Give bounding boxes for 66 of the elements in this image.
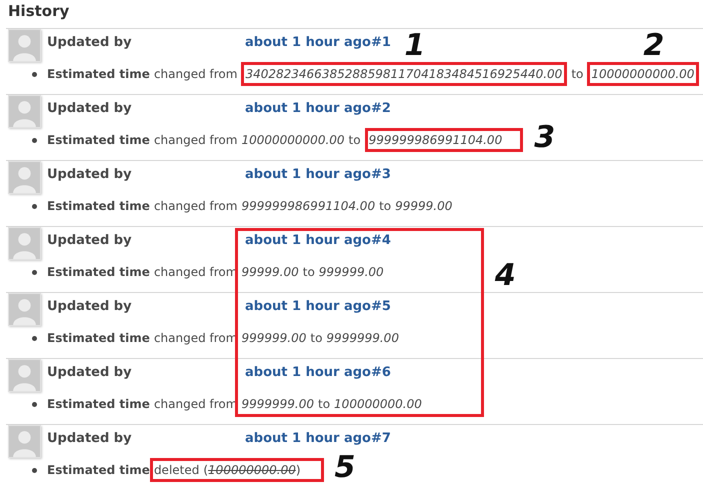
entry-number-link[interactable]: #2	[370, 101, 391, 116]
bullet-icon	[32, 138, 37, 142]
bullet-icon	[32, 336, 37, 340]
callout-number: 1	[404, 31, 426, 61]
time-link[interactable]: about 1 hour ago	[245, 167, 371, 182]
change-text: changed from	[154, 199, 238, 213]
time-link[interactable]: about 1 hour ago	[245, 431, 371, 446]
change-text: to	[310, 331, 322, 345]
change-text: to	[571, 67, 584, 81]
field-name: Estimated time	[47, 265, 150, 279]
time-value: 9999999.00	[326, 331, 399, 345]
author-label: Updated by	[47, 365, 133, 380]
change-text: (	[203, 463, 208, 477]
author-label: Updated by	[47, 233, 133, 248]
bullet-icon	[32, 402, 37, 406]
time-value: 10000000000.00	[591, 67, 694, 81]
change-text: to	[318, 397, 330, 411]
field-name: Estimated time	[47, 331, 150, 345]
field-name: Estimated time	[47, 397, 150, 411]
callout-number: 2	[643, 31, 664, 61]
time-value: 340282346638528859811704183484516925440.00	[245, 67, 562, 81]
time-value: 9999999.00	[241, 397, 314, 411]
field-name: Estimated time	[47, 133, 150, 147]
time-value: 999999986991104.00	[241, 199, 376, 213]
entry-number-link[interactable]: #5	[370, 299, 391, 314]
bullet-icon	[32, 270, 37, 274]
time-value: 999999986991104.00	[368, 133, 502, 147]
callout-number: 4	[494, 261, 516, 291]
author-label: Updated by	[47, 299, 133, 314]
change-text: changed from	[154, 133, 238, 147]
time-value: 99999.00	[395, 199, 452, 213]
time-link[interactable]: about 1 hour ago	[245, 299, 371, 314]
field-name: Estimated time	[47, 67, 150, 81]
author-label: Updated by	[47, 101, 133, 116]
time-value: 999999.00	[241, 331, 306, 345]
bullet-icon	[32, 468, 37, 472]
author-label: Updated by	[47, 35, 133, 50]
history-heading: History	[8, 2, 70, 20]
time-value: 100000000.00	[334, 397, 422, 411]
change-text: changed from	[154, 67, 238, 81]
bullet-icon	[32, 204, 37, 208]
time-value: 10000000000.00	[241, 133, 345, 147]
entry-number-link[interactable]: #1	[370, 35, 391, 50]
time-link[interactable]: about 1 hour ago	[245, 35, 371, 50]
entry-number-link[interactable]: #3	[370, 167, 391, 182]
change-text: )	[296, 463, 301, 477]
time-value: 999999.00	[318, 265, 384, 279]
change-text: deleted	[154, 463, 200, 477]
author-label: Updated by	[47, 431, 133, 446]
entry-number-link[interactable]: #4	[370, 233, 391, 248]
callout-number: 3	[534, 123, 556, 153]
field-name: Estimated time	[47, 199, 150, 213]
change-text: to	[379, 199, 392, 213]
entry-number-link[interactable]: #6	[370, 365, 391, 380]
time-value: 99999.00	[241, 265, 299, 279]
time-link[interactable]: about 1 hour ago	[245, 101, 371, 116]
change-text: to	[302, 265, 315, 279]
time-link[interactable]: about 1 hour ago	[245, 365, 371, 380]
deleted-value: 100000000.00	[208, 463, 296, 477]
callout-number: 5	[334, 453, 356, 483]
entry-number-link[interactable]: #7	[370, 431, 391, 446]
field-name: Estimated time	[47, 463, 150, 477]
author-label: Updated by	[47, 167, 133, 182]
bullet-icon	[32, 72, 37, 76]
time-link[interactable]: about 1 hour ago	[245, 233, 371, 248]
change-text: to	[348, 133, 361, 147]
